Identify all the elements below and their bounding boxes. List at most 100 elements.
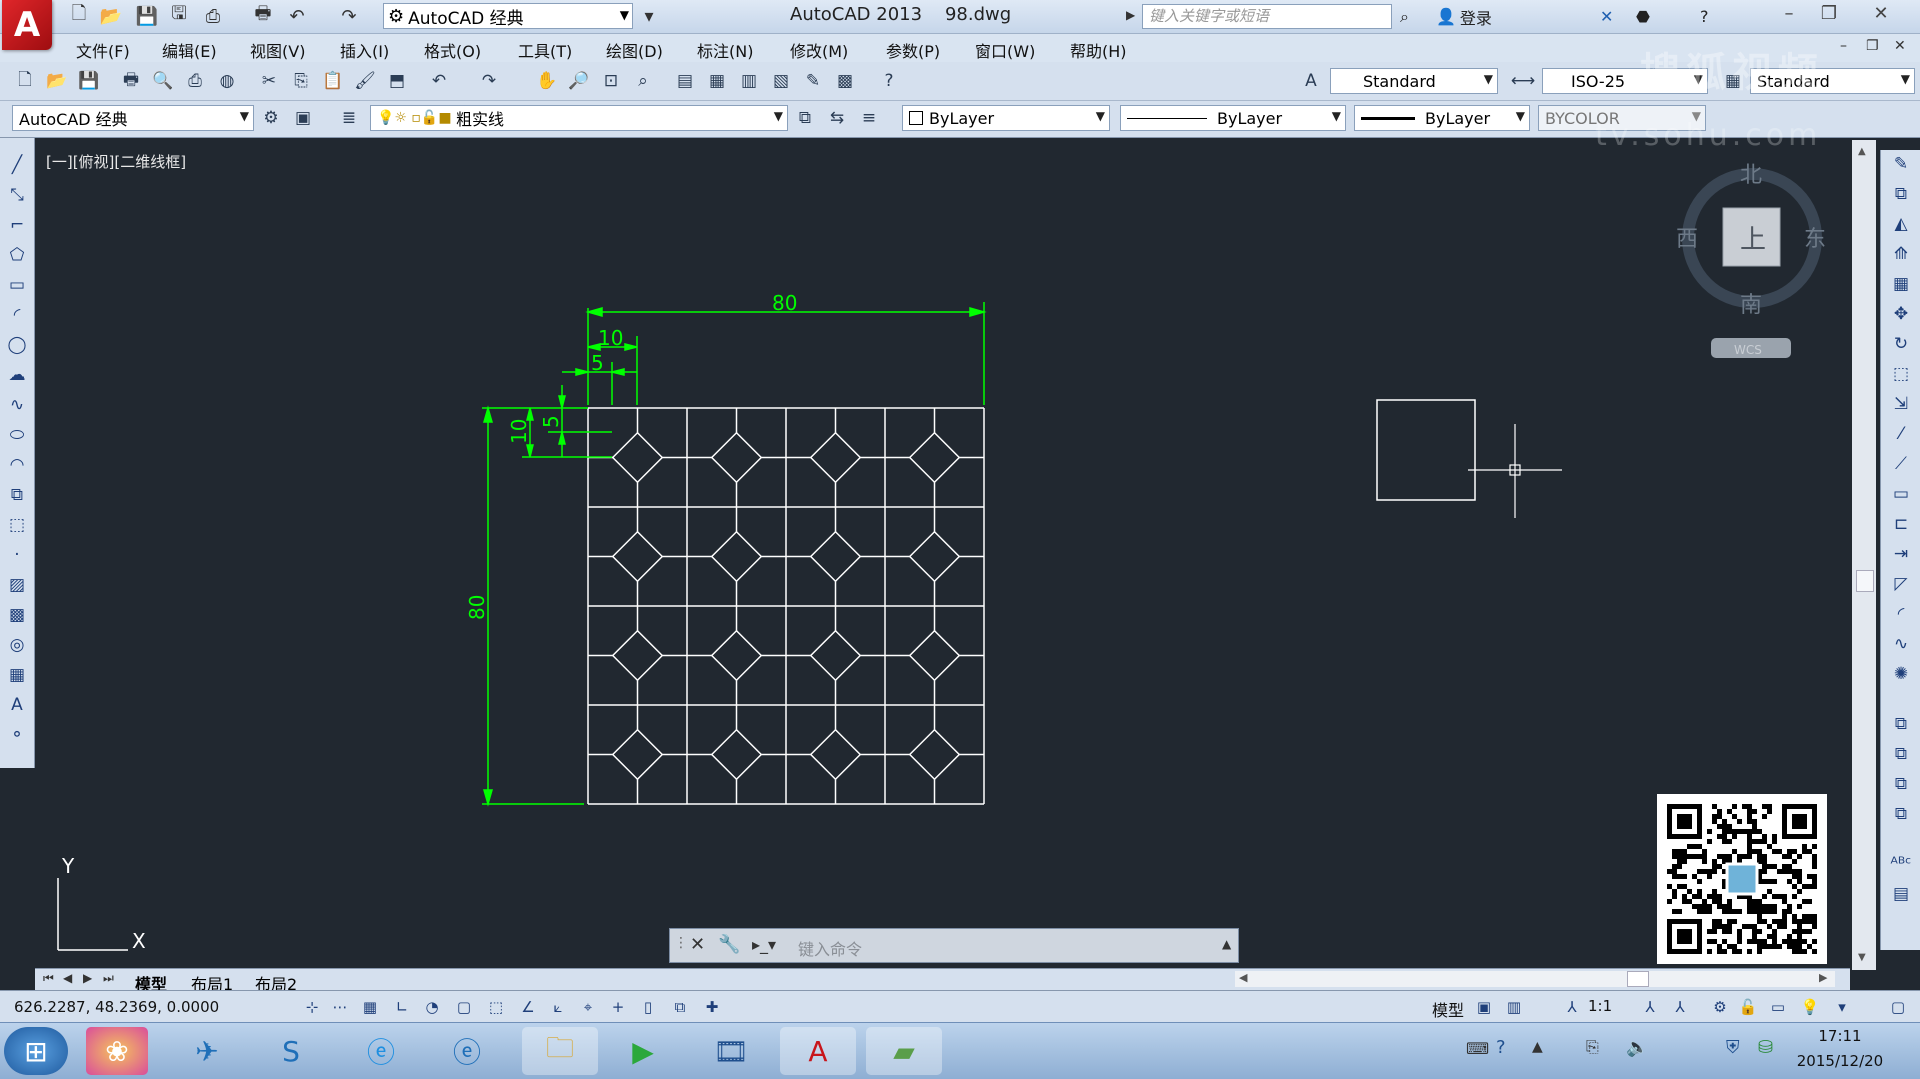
zoom-window-icon[interactable]: ⊡ <box>598 68 624 94</box>
stretch-icon[interactable]: ⇲ <box>1887 390 1915 418</box>
paste-icon[interactable]: 📋 <box>320 68 346 94</box>
multiline-text-icon[interactable]: A <box>4 692 30 718</box>
command-history-icon[interactable]: ▲ <box>1222 937 1231 951</box>
construction-line-icon[interactable]: ⤡ <box>4 182 30 208</box>
scroll-up-icon[interactable]: ▲ <box>1858 146 1866 157</box>
save-as-icon[interactable]: 🖫 <box>166 3 192 28</box>
annotation-scale-value[interactable]: 1:1 <box>1588 997 1612 1015</box>
viewport-controls[interactable]: [一][俯视][二维线框] <box>46 151 186 172</box>
text-style-icon[interactable]: A <box>1298 68 1324 94</box>
object-snap-tracking-icon[interactable]: ∠ <box>516 995 540 1019</box>
redo-icon[interactable]: ↷ <box>476 68 502 94</box>
status-menu-icon[interactable]: ▾ <box>1830 995 1854 1019</box>
menu-format[interactable]: 格式(O) <box>424 38 481 62</box>
sogou-icon[interactable]: S <box>260 1027 322 1075</box>
clean-screen-icon[interactable]: ▢ <box>1886 995 1910 1019</box>
transparency-icon[interactable]: ▯ <box>636 995 660 1019</box>
close-icon[interactable]: ✕ <box>1860 0 1902 26</box>
video-app-icon[interactable]: 🎞 <box>700 1027 762 1075</box>
properties-icon[interactable]: ▤ <box>672 68 698 94</box>
annotation-visibility-icon[interactable]: ⅄ <box>1638 995 1662 1019</box>
menu-modify[interactable]: 修改(M) <box>790 38 848 62</box>
dynamic-ucs-icon[interactable]: ⟀ <box>546 995 570 1019</box>
layer-properties-icon[interactable]: ≣ <box>336 105 362 131</box>
start-button[interactable]: ⊞ <box>4 1027 68 1075</box>
extend-icon[interactable]: ⟋ <box>1887 450 1915 478</box>
offset-icon[interactable]: ⟰ <box>1887 240 1915 268</box>
lock-ui-icon[interactable]: 🔓 <box>1736 995 1760 1019</box>
close-command-line-icon[interactable]: ✕ <box>690 934 705 955</box>
menu-tools[interactable]: 工具(T) <box>518 38 572 62</box>
minimize-icon[interactable]: – <box>1768 0 1810 26</box>
workspace-save-icon[interactable]: ▣ <box>290 105 316 131</box>
snap-mode-icon[interactable]: ⋯ <box>328 995 352 1019</box>
security-shield-icon[interactable]: ⛨ <box>1726 1037 1740 1058</box>
polyline-icon[interactable]: ⌐ <box>4 212 30 238</box>
trim-icon[interactable]: ⁄ <box>1887 420 1915 448</box>
menu-view[interactable]: 视图(V) <box>250 38 305 62</box>
text-style-combo[interactable]: Standard ▼ <box>1330 68 1498 94</box>
markup-icon[interactable]: ✎ <box>800 68 826 94</box>
isolate-objects-icon[interactable]: 💡 <box>1798 995 1822 1019</box>
blend-curves-icon[interactable]: ∿ <box>1887 630 1915 658</box>
text-front-icon[interactable]: ᴬᴮᶜ <box>1887 850 1915 878</box>
draworder-above-icon[interactable]: ⧉ <box>1887 770 1915 798</box>
make-block-icon[interactable]: ⬚ <box>4 512 30 538</box>
menu-window[interactable]: 窗口(W) <box>975 38 1035 62</box>
new-file-icon[interactable]: 🗋 <box>66 3 92 28</box>
menu-help[interactable]: 帮助(H) <box>1070 38 1127 62</box>
menu-dimension[interactable]: 标注(N) <box>697 38 753 62</box>
workspace-settings-icon[interactable]: ⚙ <box>258 105 284 131</box>
circle-icon[interactable]: ◯ <box>4 332 30 358</box>
menu-file[interactable]: 文件(F) <box>76 38 130 62</box>
compass-north[interactable]: 北 <box>1740 163 1762 188</box>
array-icon[interactable]: ▦ <box>1887 270 1915 298</box>
undo-icon[interactable]: ↶ <box>284 4 310 28</box>
media-player-icon[interactable]: ▶ <box>612 1027 674 1075</box>
volume-icon[interactable]: 🔈 <box>1626 1037 1648 1058</box>
match-properties-icon[interactable]: 🖌 <box>352 68 378 94</box>
ellipse-icon[interactable]: ⬭ <box>4 422 30 448</box>
quick-properties-icon[interactable]: ⧉ <box>668 995 692 1019</box>
infer-constraints-icon[interactable]: ⊹ <box>300 995 324 1019</box>
join-icon[interactable]: ⇥ <box>1887 540 1915 568</box>
help-icon[interactable]: ? <box>1700 4 1709 29</box>
copy-object-icon[interactable]: ⧉ <box>1887 180 1915 208</box>
arc-icon[interactable]: ◜ <box>4 302 30 328</box>
linetype-combo[interactable]: ByLayer ▼ <box>1120 105 1346 131</box>
move-icon[interactable]: ✥ <box>1887 300 1915 328</box>
scroll-right-icon[interactable]: ▶ <box>1819 971 1827 984</box>
spline-icon[interactable]: ∿ <box>4 392 30 418</box>
command-line[interactable]: ⋮ ✕ 🔧 ▸_▾ 键入命令 ▲ <box>669 928 1239 963</box>
dim-style-icon[interactable]: ⟷ <box>1510 68 1536 94</box>
gradient-icon[interactable]: ▩ <box>4 602 30 628</box>
menu-parameter[interactable]: 参数(P) <box>886 38 940 62</box>
layer-previous-icon[interactable]: ⇆ <box>824 105 850 131</box>
first-tab-icon[interactable]: ⏮ <box>43 971 54 986</box>
last-tab-icon[interactable]: ⏭ <box>103 971 114 986</box>
clock-time[interactable]: 17:11 <box>1800 1027 1880 1045</box>
plot-icon[interactable]: 🖶 <box>250 3 276 28</box>
annotation-scale-icon[interactable]: ⅄ <box>1560 995 1584 1019</box>
hatch-icon[interactable]: ▨ <box>4 572 30 598</box>
publish-icon[interactable]: ⎙ <box>200 4 226 28</box>
bird-app-icon[interactable]: ✈ <box>176 1027 238 1075</box>
menu-insert[interactable]: 插入(I) <box>340 38 389 62</box>
scroll-left-icon[interactable]: ◀ <box>1239 971 1247 984</box>
restore-icon[interactable]: ❐ <box>1808 0 1850 26</box>
quickcalc-icon[interactable]: ▩ <box>832 68 858 94</box>
scroll-down-icon[interactable]: ▼ <box>1858 952 1866 963</box>
grid-display-icon[interactable]: ▦ <box>358 995 382 1019</box>
copy-icon[interactable]: ⎘ <box>288 68 314 94</box>
media-app-icon[interactable]: ❀ <box>86 1027 148 1075</box>
exchange-icon[interactable]: ✕ <box>1600 4 1613 29</box>
pan-icon[interactable]: ✋ <box>534 68 560 94</box>
polar-tracking-icon[interactable]: ◔ <box>420 995 444 1019</box>
tool-palettes-icon[interactable]: ▥ <box>736 68 762 94</box>
ortho-mode-icon[interactable]: ∟ <box>390 995 414 1019</box>
grip-icon[interactable]: ⋮ <box>674 935 688 951</box>
ie-browser-icon[interactable]: ⓔ <box>350 1027 412 1075</box>
autocad-taskbar-icon[interactable]: A <box>780 1027 856 1075</box>
search-expand-icon[interactable]: ▶ <box>1126 8 1135 22</box>
lineweight-toggle-icon[interactable]: + <box>606 995 630 1019</box>
